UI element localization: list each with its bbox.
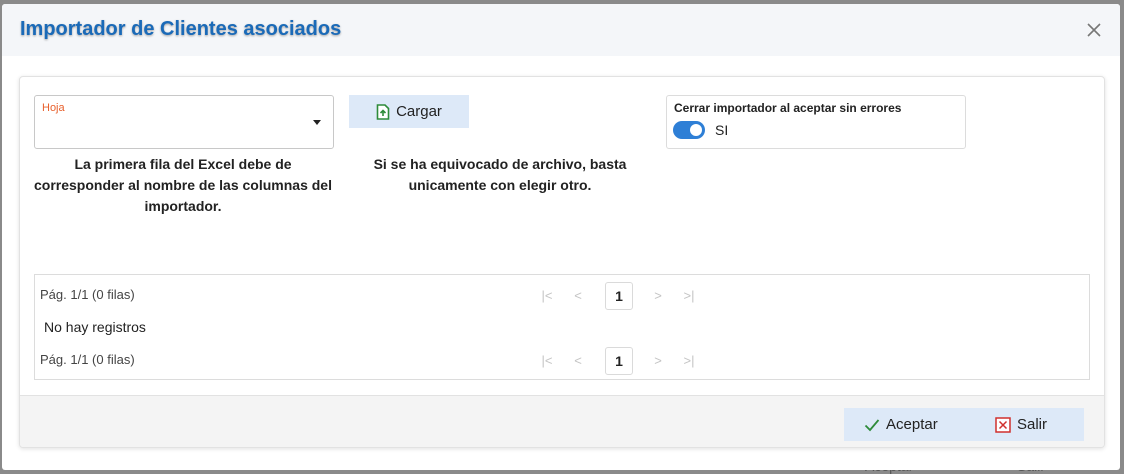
accept-button-label: Aceptar: [886, 416, 938, 433]
close-box-icon: [995, 416, 1011, 433]
prev-page-icon[interactable]: <: [565, 282, 591, 308]
close-on-accept-title: Cerrar importador al aceptar sin errores: [674, 101, 902, 115]
first-page-icon[interactable]: |<: [534, 347, 560, 373]
current-page-button[interactable]: 1: [605, 347, 633, 375]
records-grid: Pág. 1/1 (0 filas) |< < 1 > >| No hay re…: [34, 274, 1090, 380]
empty-message: No hay registros: [44, 319, 146, 335]
last-page-icon[interactable]: >|: [676, 282, 702, 308]
last-page-icon[interactable]: >|: [676, 347, 702, 373]
close-on-accept-state: SI: [715, 122, 729, 138]
sheet-select-label: Hoja: [42, 102, 65, 114]
toggle-knob: [690, 124, 702, 136]
sheet-select[interactable]: Hoja: [34, 95, 334, 149]
load-note: Si se ha equivocado de archivo, basta un…: [373, 156, 627, 193]
panel-footer: Aceptar Salir: [20, 395, 1104, 447]
load-button-label: Cargar: [396, 103, 442, 120]
page-info-bottom: Pág. 1/1 (0 filas): [40, 352, 135, 367]
accept-button[interactable]: Aceptar: [864, 408, 938, 441]
prev-page-icon[interactable]: <: [565, 347, 591, 373]
page-info-top: Pág. 1/1 (0 filas): [40, 287, 135, 302]
importer-panel: Hoja La primera fila del Excel debe de c…: [19, 76, 1105, 448]
first-page-icon[interactable]: |<: [534, 282, 560, 308]
dialog-title: Importador de Clientes asociados: [20, 18, 342, 40]
load-button[interactable]: Cargar: [349, 95, 469, 128]
exit-button[interactable]: Salir: [995, 408, 1047, 441]
dialog-header: Importador de Clientes asociados: [2, 4, 1120, 56]
importer-dialog: Importador de Clientes asociados Hoja La…: [2, 4, 1120, 470]
caret-down-icon: [313, 120, 321, 125]
close-on-accept-toggle[interactable]: [673, 121, 705, 139]
close-icon[interactable]: [1084, 20, 1104, 40]
exit-button-label: Salir: [1017, 416, 1048, 433]
footer-button-group: Aceptar Salir: [844, 408, 1084, 441]
sheet-note: La primera fila del Excel debe de corres…: [34, 156, 332, 214]
check-icon: [864, 418, 880, 431]
close-on-accept-setting: Cerrar importador al aceptar sin errores…: [666, 95, 966, 149]
next-page-icon[interactable]: >: [645, 347, 671, 373]
file-upload-icon: [376, 103, 390, 120]
current-page-button[interactable]: 1: [605, 282, 633, 310]
next-page-icon[interactable]: >: [645, 282, 671, 308]
